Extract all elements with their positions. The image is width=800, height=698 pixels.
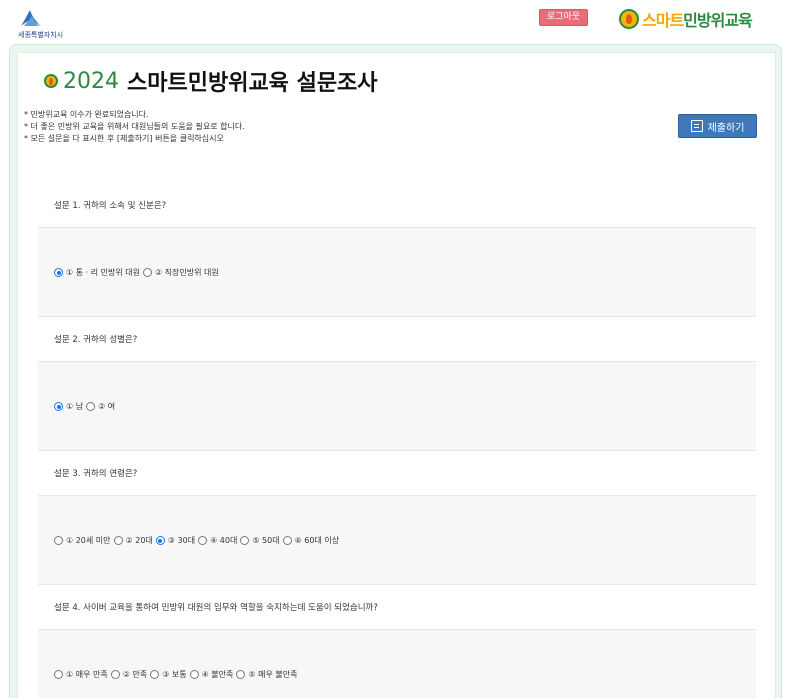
option-label: ② 직장민방위 대원 (154, 268, 219, 277)
question-text: 설문 4. 사이버 교육을 통하여 민방위 대원의 임무와 역할을 숙지하는데 … (54, 603, 378, 613)
radio-button[interactable] (86, 402, 96, 411)
instruction-notes: * 민방위교육 이수가 완료되었습니다. * 더 좋은 민방위 교육을 위해서 … (24, 109, 245, 145)
brand-text: 스마트민방위교육 (642, 7, 753, 31)
option-q4-1[interactable]: ① 매우 만족 (54, 669, 108, 680)
note-line: * 민방위교육 이수가 완료되었습니다. (24, 110, 149, 119)
question-4-options: ① 매우 만족 ② 만족 ③ 보통 ④ 불만족 ⑤ 매우 불만족 (38, 630, 756, 698)
option-label: ② 만족 (122, 670, 148, 679)
option-q4-5[interactable]: ⑤ 매우 불만족 (236, 669, 297, 680)
note-line: * 모든 설문을 다 표시한 후 [제출하기] 버튼을 클릭하십시오 (24, 134, 224, 143)
option-label: ① 통 · 리 민방위 대원 (66, 268, 140, 277)
question-3-header: 설문 3. 귀하의 연령은? (38, 452, 756, 496)
option-q3-3[interactable]: ③ 30대 (155, 535, 196, 546)
option-q3-2[interactable]: ② 20대 (113, 535, 153, 546)
radio-button[interactable] (110, 670, 120, 679)
city-logo-text: 세종특별자치시 (18, 31, 64, 39)
question-text: 설문 3. 귀하의 연령은? (54, 469, 138, 479)
header: 세종특별자치시 로그아웃 스마트민방위교육 (0, 0, 800, 42)
city-logo[interactable]: 세종특별자치시 (14, 8, 74, 39)
option-q2-1[interactable]: ① 남 (54, 401, 83, 412)
option-q3-1[interactable]: ① 20세 미만 (54, 535, 111, 546)
radio-button[interactable] (54, 402, 63, 411)
radio-button[interactable] (189, 670, 199, 679)
option-label: ② 여 (98, 402, 116, 411)
question-1-options: ① 통 · 리 민방위 대원 ② 직장민방위 대원 (38, 228, 756, 317)
question-text: 설문 2. 귀하의 성별은? (54, 335, 138, 345)
logout-button[interactable]: 로그아웃 (539, 9, 588, 26)
city-logo-icon (21, 10, 41, 26)
option-label: ② 20대 (125, 536, 153, 545)
title-main: 스마트민방위교육 설문조사 (127, 71, 378, 96)
radio-button[interactable] (155, 536, 165, 545)
question-text: 설문 1. 귀하의 소속 및 신분은? (54, 201, 167, 211)
option-label: ⑥ 60대 이상 (294, 536, 340, 545)
option-q3-6[interactable]: ⑥ 60대 이상 (282, 535, 340, 546)
radio-button[interactable] (282, 536, 292, 545)
radio-button[interactable] (150, 670, 160, 679)
document-icon (690, 120, 703, 132)
question-4-header: 설문 4. 사이버 교육을 통하여 민방위 대원의 임무와 역할을 숙지하는데 … (38, 586, 756, 630)
option-label: ⑤ 50대 (252, 536, 280, 545)
option-q2-2[interactable]: ② 여 (86, 401, 115, 412)
option-label: ④ 40대 (210, 536, 238, 545)
option-label: ① 20세 미만 (66, 536, 111, 545)
brand-text-part1: 스마트 (642, 11, 684, 30)
option-label: ③ 보통 (162, 670, 187, 679)
radio-button[interactable] (54, 670, 63, 679)
question-2-header: 설문 2. 귀하의 성별은? (38, 318, 756, 362)
radio-button[interactable] (236, 670, 246, 679)
title-icon (44, 74, 58, 88)
radio-button[interactable] (142, 268, 152, 277)
brand-icon (619, 9, 639, 29)
title-year: 2024 (63, 68, 119, 94)
question-3-options: ① 20세 미만 ② 20대 ③ 30대 ④ 40대 ⑤ 50대 ⑥ 60대 이… (38, 496, 756, 585)
option-label: ① 매우 만족 (66, 670, 108, 679)
option-q4-4[interactable]: ④ 불만족 (189, 669, 234, 680)
option-q3-5[interactable]: ⑤ 50대 (240, 535, 280, 546)
option-label: ① 남 (66, 402, 84, 411)
option-q4-2[interactable]: ② 만족 (110, 669, 148, 680)
radio-button[interactable] (240, 536, 250, 545)
brand-text-part2: 민방위교육 (683, 11, 753, 30)
radio-button[interactable] (54, 536, 63, 545)
option-label: ④ 불만족 (201, 670, 234, 679)
note-line: * 더 좋은 민방위 교육을 위해서 대원님들의 도움을 필요로 합니다. (24, 122, 245, 131)
submit-button[interactable]: 제출하기 (678, 114, 757, 138)
option-q1-1[interactable]: ① 통 · 리 민방위 대원 (54, 267, 140, 278)
question-2-options: ① 남 ② 여 (38, 362, 756, 451)
option-q4-3[interactable]: ③ 보통 (150, 669, 187, 680)
submit-button-label: 제출하기 (707, 122, 745, 134)
option-q1-2[interactable]: ② 직장민방위 대원 (142, 267, 219, 278)
page-title: 2024 스마트민방위교육 설문조사 (44, 66, 378, 96)
question-1-header: 설문 1. 귀하의 소속 및 신분은? (38, 184, 756, 228)
option-label: ⑤ 매우 불만족 (248, 670, 298, 679)
radio-button[interactable] (198, 536, 208, 545)
radio-button[interactable] (54, 268, 63, 277)
option-q3-4[interactable]: ④ 40대 (198, 535, 237, 546)
brand-logo[interactable]: 스마트민방위교육 (619, 7, 753, 31)
option-label: ③ 30대 (167, 536, 196, 545)
radio-button[interactable] (113, 536, 123, 545)
